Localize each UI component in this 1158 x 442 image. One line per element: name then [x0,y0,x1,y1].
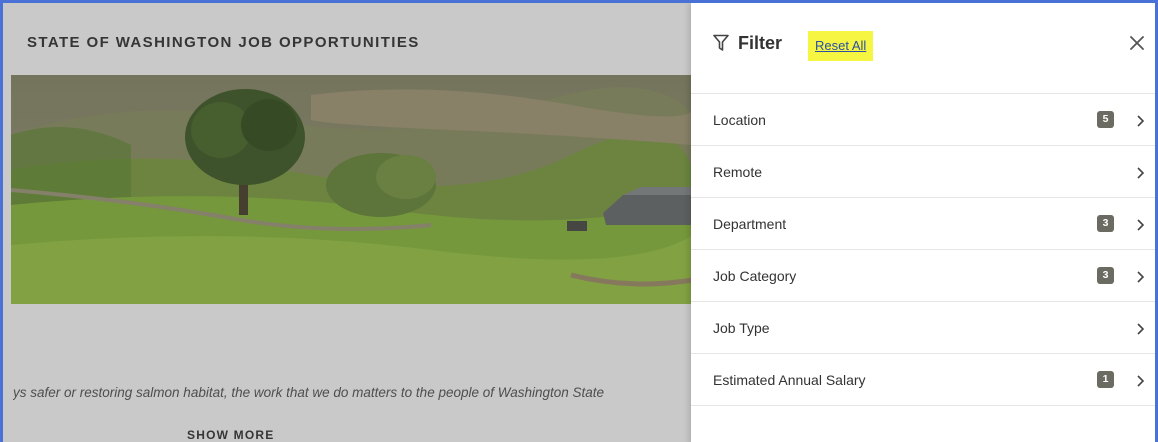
reset-all-button[interactable]: Reset All [808,31,874,61]
filter-row-job-category[interactable]: Job Category 3 [691,250,1155,302]
count-badge: 5 [1097,111,1114,128]
chevron-right-icon [1137,323,1145,335]
filter-row-label: Location [713,112,766,128]
filter-title: Filter [738,33,783,53]
filter-row-job-type[interactable]: Job Type [691,302,1155,354]
filter-row-label: Department [713,216,787,232]
filter-row-label: Job Type [713,320,770,336]
filter-row-remote[interactable]: Remote [691,146,1155,198]
chevron-right-icon [1137,219,1145,231]
filter-row-department[interactable]: Department 3 [691,198,1155,250]
count-badge: 1 [1097,371,1114,388]
chevron-right-icon [1137,375,1145,387]
funnel-icon [713,34,729,51]
filter-row-estimated-annual-salary[interactable]: Estimated Annual Salary 1 [691,354,1155,406]
chevron-right-icon [1137,115,1145,127]
count-badge: 3 [1097,267,1114,284]
chevron-right-icon [1137,167,1145,179]
filter-row-label: Remote [713,164,763,180]
filter-row-location[interactable]: Location 5 [691,94,1155,146]
job-page: STATE OF WASHINGTON JOB OPPORTUNITIES ys… [3,3,693,442]
filter-row-label: Estimated Annual Salary [713,372,866,388]
count-badge: 3 [1097,215,1114,232]
filter-row-label: Job Category [713,268,797,284]
chevron-right-icon [1137,271,1145,283]
filter-panel: Filter Reset All Location 5 Remote Depar… [691,3,1155,442]
close-icon[interactable] [1127,33,1147,53]
modal-overlay[interactable] [3,3,693,442]
app-frame: STATE OF WASHINGTON JOB OPPORTUNITIES ys… [0,0,1158,442]
filter-panel-header: Filter Reset All [691,3,1155,94]
